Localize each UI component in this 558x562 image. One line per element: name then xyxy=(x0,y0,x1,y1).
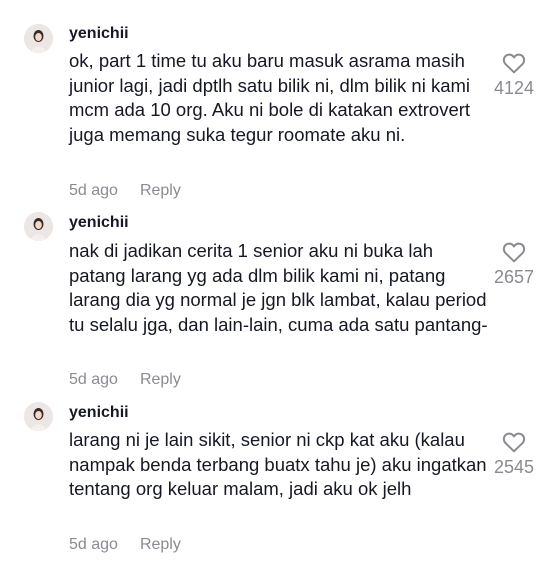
heart-outline-icon[interactable] xyxy=(502,431,526,453)
reply-button[interactable]: Reply xyxy=(140,182,181,199)
avatar-image xyxy=(24,402,53,431)
like-count: 2657 xyxy=(493,267,535,287)
heart-outline-icon[interactable] xyxy=(502,52,526,74)
comment-meta: 5d ago Reply xyxy=(69,182,181,200)
comment-timestamp: 5d ago xyxy=(69,182,118,199)
reply-button[interactable]: Reply xyxy=(140,536,181,553)
like-control: 2657 xyxy=(488,241,540,287)
heart-outline-icon[interactable] xyxy=(502,241,526,263)
like-count: 2545 xyxy=(493,457,535,477)
comment-timestamp: 5d ago xyxy=(69,371,118,388)
comment-username[interactable]: yenichii xyxy=(69,404,129,422)
like-count: 4124 xyxy=(493,78,535,98)
comment-timestamp: 5d ago xyxy=(69,536,118,553)
like-control: 4124 xyxy=(488,52,540,98)
avatar-image xyxy=(24,212,53,241)
user-avatar[interactable] xyxy=(24,24,53,53)
comment-meta: 5d ago Reply xyxy=(69,536,181,554)
reply-button[interactable]: Reply xyxy=(140,371,181,388)
comment-text: ok, part 1 time tu aku baru masuk asrama… xyxy=(69,50,471,145)
user-avatar[interactable] xyxy=(24,402,53,431)
comment-text: larang ni je lain sikit, senior ni ckp k… xyxy=(69,429,487,499)
like-control: 2545 xyxy=(488,431,540,477)
comment-text: nak di jadikan cerita 1 senior aku ni bu… xyxy=(69,240,488,335)
comment-username[interactable]: yenichii xyxy=(69,25,129,43)
comment-meta: 5d ago Reply xyxy=(69,371,181,389)
user-avatar[interactable] xyxy=(24,212,53,241)
comment-username[interactable]: yenichii xyxy=(69,214,129,232)
avatar-image xyxy=(24,24,53,53)
